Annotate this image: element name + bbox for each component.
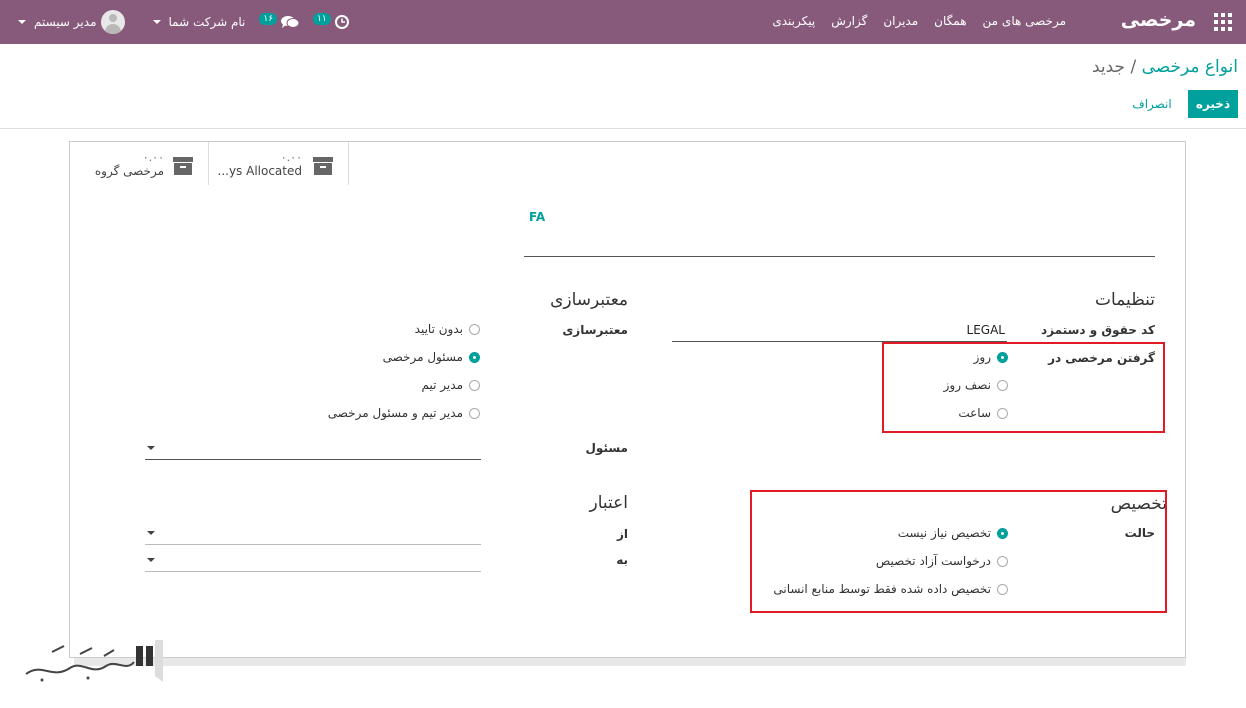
validity-title: اعتبار bbox=[589, 493, 628, 513]
top-navbar: مرخصی مرخصی های من همگان مدیران گزارش پی… bbox=[0, 0, 1246, 44]
radio-checked[interactable] bbox=[469, 351, 480, 363]
logo-icon bbox=[25, 640, 163, 682]
validation-option-team-manager[interactable]: مدیر تیم bbox=[422, 378, 480, 392]
menu-everyone[interactable]: همگان bbox=[934, 14, 966, 28]
days-allocated-label: ...ys Allocated bbox=[217, 164, 303, 178]
validation-leave-officer-label: مسئول مرخصی bbox=[382, 350, 463, 364]
systray: مدیر سیستم نام شرکت شما ۱۶ ۱۱ bbox=[14, 8, 349, 36]
avatar bbox=[100, 10, 125, 34]
user-menu[interactable]: مدیر سیستم bbox=[14, 10, 125, 34]
menu-configuration[interactable]: پیکربندی bbox=[772, 14, 815, 28]
user-name: مدیر سیستم bbox=[34, 15, 97, 29]
chevron-down-icon[interactable] bbox=[147, 531, 155, 535]
activity-badge: ۱۱ bbox=[313, 13, 331, 25]
apps-grid-icon[interactable] bbox=[1214, 13, 1232, 31]
days-allocated-smart-button[interactable]: ۰.۰۰ ...ys Allocated bbox=[209, 142, 349, 185]
radio-unchecked[interactable] bbox=[469, 407, 480, 419]
group-leaves-value: ۰.۰۰ bbox=[142, 151, 164, 164]
validation-option-leave-officer[interactable]: مسئول مرخصی bbox=[383, 350, 480, 364]
watermark-logo bbox=[22, 632, 167, 687]
name-field-lang-label[interactable]: FA bbox=[529, 210, 545, 224]
validity-to-label: به bbox=[616, 553, 628, 567]
radio-unchecked[interactable] bbox=[469, 379, 480, 391]
validity-from-input[interactable] bbox=[145, 544, 481, 545]
chevron-down-icon[interactable] bbox=[147, 558, 155, 562]
app-brand[interactable]: مرخصی bbox=[1121, 9, 1196, 31]
validation-option-none[interactable]: بدون تایید bbox=[415, 322, 480, 336]
radio-unchecked[interactable] bbox=[469, 323, 480, 335]
chevron-down-icon bbox=[152, 20, 161, 24]
discard-button[interactable]: انصراف bbox=[1124, 90, 1180, 118]
messages-menu[interactable]: ۱۶ bbox=[259, 13, 300, 29]
validation-team-manager-label: مدیر تیم bbox=[421, 378, 463, 392]
group-leaves-smart-button[interactable]: ۰.۰۰ مرخصی گروه bbox=[70, 142, 209, 185]
responsible-label: مسئول bbox=[585, 441, 628, 455]
breadcrumb-separator: / bbox=[1130, 57, 1137, 77]
payroll-code-label: کد حقوق و دستمزد bbox=[1041, 323, 1155, 337]
breadcrumb: انواع مرخصی / جدید bbox=[1092, 57, 1238, 77]
breadcrumb-current: جدید bbox=[1091, 57, 1126, 77]
company-name: نام شرکت شما bbox=[168, 15, 246, 29]
activity-menu[interactable]: ۱۱ bbox=[313, 13, 349, 29]
name-input[interactable] bbox=[524, 256, 1155, 257]
settings-title: تنظیمات bbox=[1095, 290, 1155, 310]
chevron-down-icon bbox=[18, 20, 26, 24]
group-leaves-label: مرخصی گروه bbox=[94, 164, 164, 178]
validation-none-label: بدون تایید bbox=[414, 322, 463, 336]
validation-title: معتبرسازی bbox=[550, 290, 628, 310]
form-sheet: ۰.۰۰ مرخصی گروه ۰.۰۰ ...ys Allocated FA … bbox=[69, 141, 1186, 658]
validation-option-both[interactable]: مدیر تیم و مسئول مرخصی bbox=[328, 406, 480, 420]
archive-icon bbox=[173, 157, 193, 175]
take-leave-highlight-box bbox=[882, 342, 1165, 433]
messages-badge: ۱۶ bbox=[259, 13, 278, 25]
control-panel-divider bbox=[0, 128, 1246, 129]
validation-label: معتبرسازی bbox=[562, 323, 628, 337]
breadcrumb-parent[interactable]: انواع مرخصی bbox=[1142, 57, 1238, 77]
menu-my-leaves[interactable]: مرخصی های من bbox=[983, 14, 1066, 28]
chat-icon bbox=[281, 16, 300, 28]
menu-managers[interactable]: مدیران bbox=[883, 14, 918, 28]
archive-icon bbox=[313, 157, 333, 175]
company-switcher[interactable]: نام شرکت شما bbox=[149, 15, 246, 29]
payroll-code-value: LEGAL bbox=[966, 323, 1005, 337]
validation-both-label: مدیر تیم و مسئول مرخصی bbox=[327, 406, 463, 420]
validity-from-label: از bbox=[616, 527, 628, 541]
validity-to-input[interactable] bbox=[145, 571, 481, 572]
allocation-highlight-box bbox=[750, 490, 1167, 613]
clock-icon bbox=[334, 15, 349, 29]
menu-reporting[interactable]: گزارش bbox=[831, 14, 867, 28]
days-allocated-value: ۰.۰۰ bbox=[280, 151, 302, 164]
responsible-select[interactable] bbox=[145, 459, 481, 460]
main-menu: مرخصی های من همگان مدیران گزارش پیکربندی bbox=[772, 14, 1066, 28]
save-button[interactable]: ذخیره bbox=[1188, 90, 1238, 118]
chevron-down-icon[interactable] bbox=[147, 446, 155, 450]
